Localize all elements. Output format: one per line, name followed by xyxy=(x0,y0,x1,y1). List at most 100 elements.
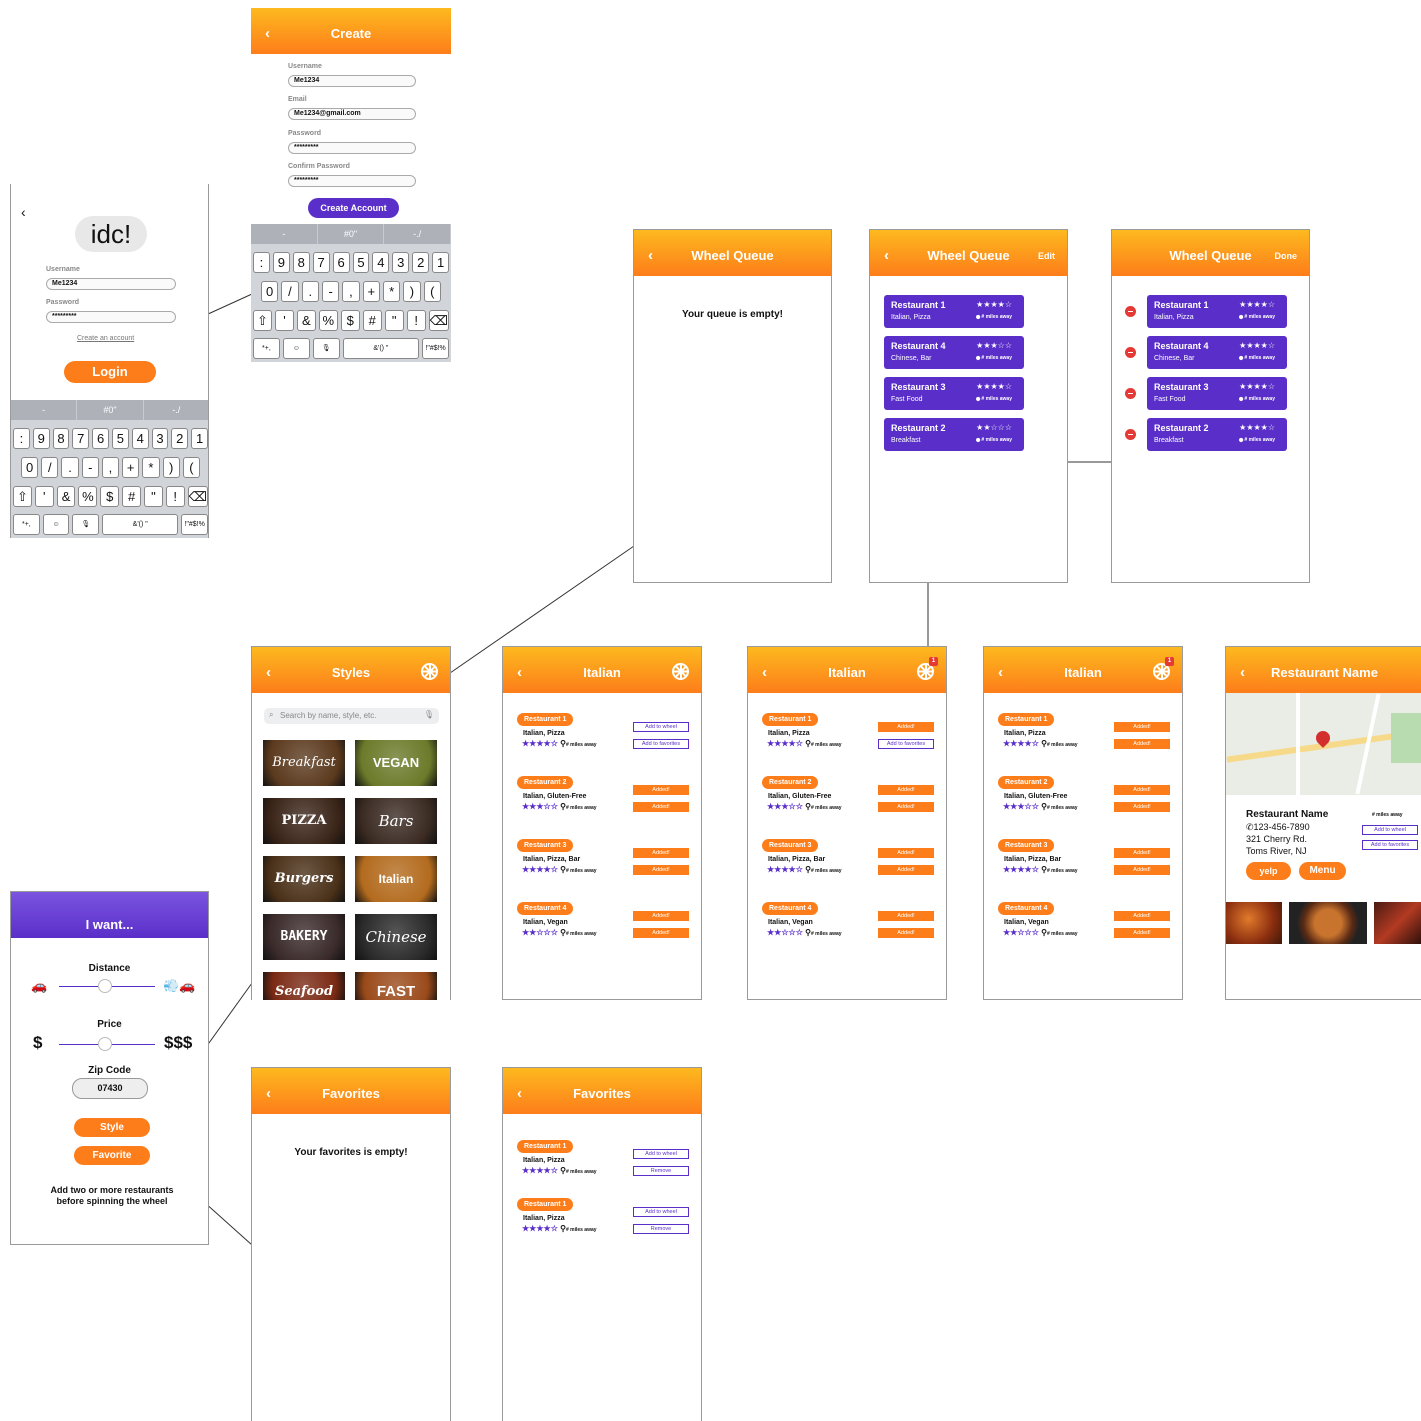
kbd-key[interactable]: 2 xyxy=(171,428,189,449)
restaurant-name[interactable]: Restaurant 2 xyxy=(517,776,574,789)
kbd-bar-0[interactable]: - xyxy=(11,400,78,420)
kbd-key[interactable]: 4 xyxy=(372,252,390,273)
kbd-key[interactable]: 0 xyxy=(21,457,39,478)
username-field[interactable]: Me1234 xyxy=(46,278,176,290)
kbd-key[interactable]: 🎙 xyxy=(312,338,340,359)
style-tile[interactable]: PIZZA xyxy=(263,798,345,844)
kbd-bar-2[interactable]: -./ xyxy=(384,224,451,244)
kbd-key[interactable]: " xyxy=(143,486,163,507)
favorite-button[interactable]: Favorite xyxy=(74,1146,150,1165)
kbd-key[interactable]: 7 xyxy=(72,428,90,449)
kbd-key[interactable]: 0 xyxy=(261,281,279,302)
remove-icon[interactable] xyxy=(1125,388,1136,399)
edit-button[interactable]: Edit xyxy=(1038,230,1055,282)
back-icon[interactable]: ‹ xyxy=(266,1068,271,1120)
add-to-favorites-button[interactable]: Add to favorites xyxy=(633,739,689,749)
added-button[interactable]: Added! xyxy=(1114,865,1170,875)
style-tile[interactable]: Bars xyxy=(355,798,437,844)
kbd-key[interactable]: 4 xyxy=(131,428,149,449)
restaurant-name[interactable]: Restaurant 1 xyxy=(517,1198,574,1211)
password-field[interactable]: ********* xyxy=(288,142,416,154)
restaurant-name[interactable]: Restaurant 3 xyxy=(998,839,1055,852)
password-field[interactable]: ********* xyxy=(46,311,176,323)
kbd-key[interactable]: ( xyxy=(182,457,200,478)
kbd-key[interactable]: 6 xyxy=(332,252,350,273)
kbd-key[interactable]: . xyxy=(61,457,79,478)
kbd-key[interactable]: ☺ xyxy=(282,338,310,359)
login-button[interactable]: Login xyxy=(64,361,156,383)
remove-button[interactable]: Remove xyxy=(633,1166,689,1176)
kbd-key[interactable]: ' xyxy=(274,310,294,331)
kbd-key[interactable]: !"#$!% xyxy=(422,338,450,359)
price-slider[interactable] xyxy=(98,1037,113,1051)
kbd-key[interactable]: ☺ xyxy=(42,514,70,535)
added-button[interactable]: Added! xyxy=(878,785,934,795)
kbd-key[interactable]: : xyxy=(13,428,30,449)
back-icon[interactable]: ‹ xyxy=(998,647,1003,699)
kbd-key[interactable]: " xyxy=(384,310,404,331)
queue-card[interactable]: Restaurant 1 Italian, Pizza ★★★★☆ ⬤ # miles… xyxy=(884,295,1024,328)
kbd-key[interactable]: ⌫ xyxy=(428,310,450,331)
wheel-icon[interactable] xyxy=(421,663,438,680)
kbd-key[interactable]: ⇧ xyxy=(13,486,32,507)
kbd-key[interactable]: . xyxy=(301,281,319,302)
map[interactable] xyxy=(1226,693,1421,795)
back-icon[interactable]: ‹ xyxy=(762,647,767,699)
added-button[interactable]: Added! xyxy=(633,911,689,921)
added-button[interactable]: Added! xyxy=(1114,848,1170,858)
back-icon[interactable]: ‹ xyxy=(265,8,270,60)
kbd-key[interactable]: 1 xyxy=(191,428,208,449)
restaurant-name[interactable]: Restaurant 4 xyxy=(762,902,819,915)
kbd-key[interactable]: !"#$!% xyxy=(181,514,208,535)
style-tile[interactable]: FAST FOOD xyxy=(355,972,437,1000)
kbd-key[interactable]: & xyxy=(56,486,76,507)
added-button[interactable]: Added! xyxy=(878,865,934,875)
added-button[interactable]: Added! xyxy=(633,848,689,858)
restaurant-name[interactable]: Restaurant 2 xyxy=(762,776,819,789)
kbd-key[interactable]: 6 xyxy=(92,428,109,449)
kbd-key[interactable]: *+, xyxy=(13,514,40,535)
kbd-key[interactable]: , xyxy=(342,281,360,302)
add-to-wheel-button[interactable]: Add to wheel xyxy=(633,1207,689,1217)
kbd-key[interactable]: & xyxy=(296,310,316,331)
wheel-icon[interactable] xyxy=(672,663,689,680)
kbd-key[interactable]: ⇧ xyxy=(253,310,272,331)
style-tile[interactable]: Breakfast xyxy=(263,740,345,786)
added-button[interactable]: Added! xyxy=(878,928,934,938)
queue-card[interactable]: Restaurant 3 Fast Food ★★★★☆ ⬤ # miles away xyxy=(884,377,1024,410)
kbd-bar-1[interactable]: #0" xyxy=(77,400,144,420)
style-tile[interactable]: Italian xyxy=(355,856,437,902)
remove-icon[interactable] xyxy=(1125,306,1136,317)
kbd-key[interactable]: 2 xyxy=(412,252,430,273)
create-account-link[interactable]: Create an account xyxy=(77,335,134,342)
kbd-key[interactable]: ) xyxy=(162,457,180,478)
kbd-key[interactable]: * xyxy=(142,457,160,478)
kbd-key[interactable]: ) xyxy=(403,281,421,302)
email-field[interactable]: Me1234@gmail.com xyxy=(288,108,416,120)
distance-slider[interactable] xyxy=(98,979,113,993)
queue-card[interactable]: Restaurant 4 Chinese, Bar ★★★☆☆ ⬤ # miles a… xyxy=(884,336,1024,369)
queue-card[interactable]: Restaurant 3 Fast Food ★★★★☆ ⬤ # miles away xyxy=(1147,377,1287,410)
kbd-key[interactable]: 8 xyxy=(292,252,310,273)
back-icon[interactable]: ‹ xyxy=(648,230,653,282)
kbd-key[interactable]: 9 xyxy=(272,252,290,273)
kbd-key[interactable]: 9 xyxy=(32,428,50,449)
restaurant-name[interactable]: Restaurant 2 xyxy=(998,776,1055,789)
kbd-key[interactable]: % xyxy=(78,486,98,507)
kbd-key[interactable]: * xyxy=(382,281,401,302)
queue-card[interactable]: Restaurant 1 Italian, Pizza ★★★★☆ ⬤ # miles… xyxy=(1147,295,1287,328)
back-icon[interactable]: ‹ xyxy=(1240,647,1245,699)
add-to-wheel-button[interactable]: Add to wheel xyxy=(1362,825,1418,835)
kbd-key[interactable]: $ xyxy=(100,486,120,507)
confirm-field[interactable]: ********* xyxy=(288,175,416,187)
style-tile[interactable]: Seafood xyxy=(263,972,345,1000)
back-icon[interactable]: ‹ xyxy=(21,204,26,220)
restaurant-name[interactable]: Restaurant 3 xyxy=(517,839,574,852)
restaurant-name[interactable]: Restaurant 1 xyxy=(517,1140,574,1153)
back-icon[interactable]: ‹ xyxy=(884,230,889,282)
kbd-key[interactable]: 3 xyxy=(392,252,410,273)
restaurant-name[interactable]: Restaurant 3 xyxy=(762,839,819,852)
style-tile[interactable]: Burgers xyxy=(263,856,345,902)
restaurant-name[interactable]: Restaurant 4 xyxy=(517,902,574,915)
style-tile[interactable]: Chinese xyxy=(355,914,437,960)
